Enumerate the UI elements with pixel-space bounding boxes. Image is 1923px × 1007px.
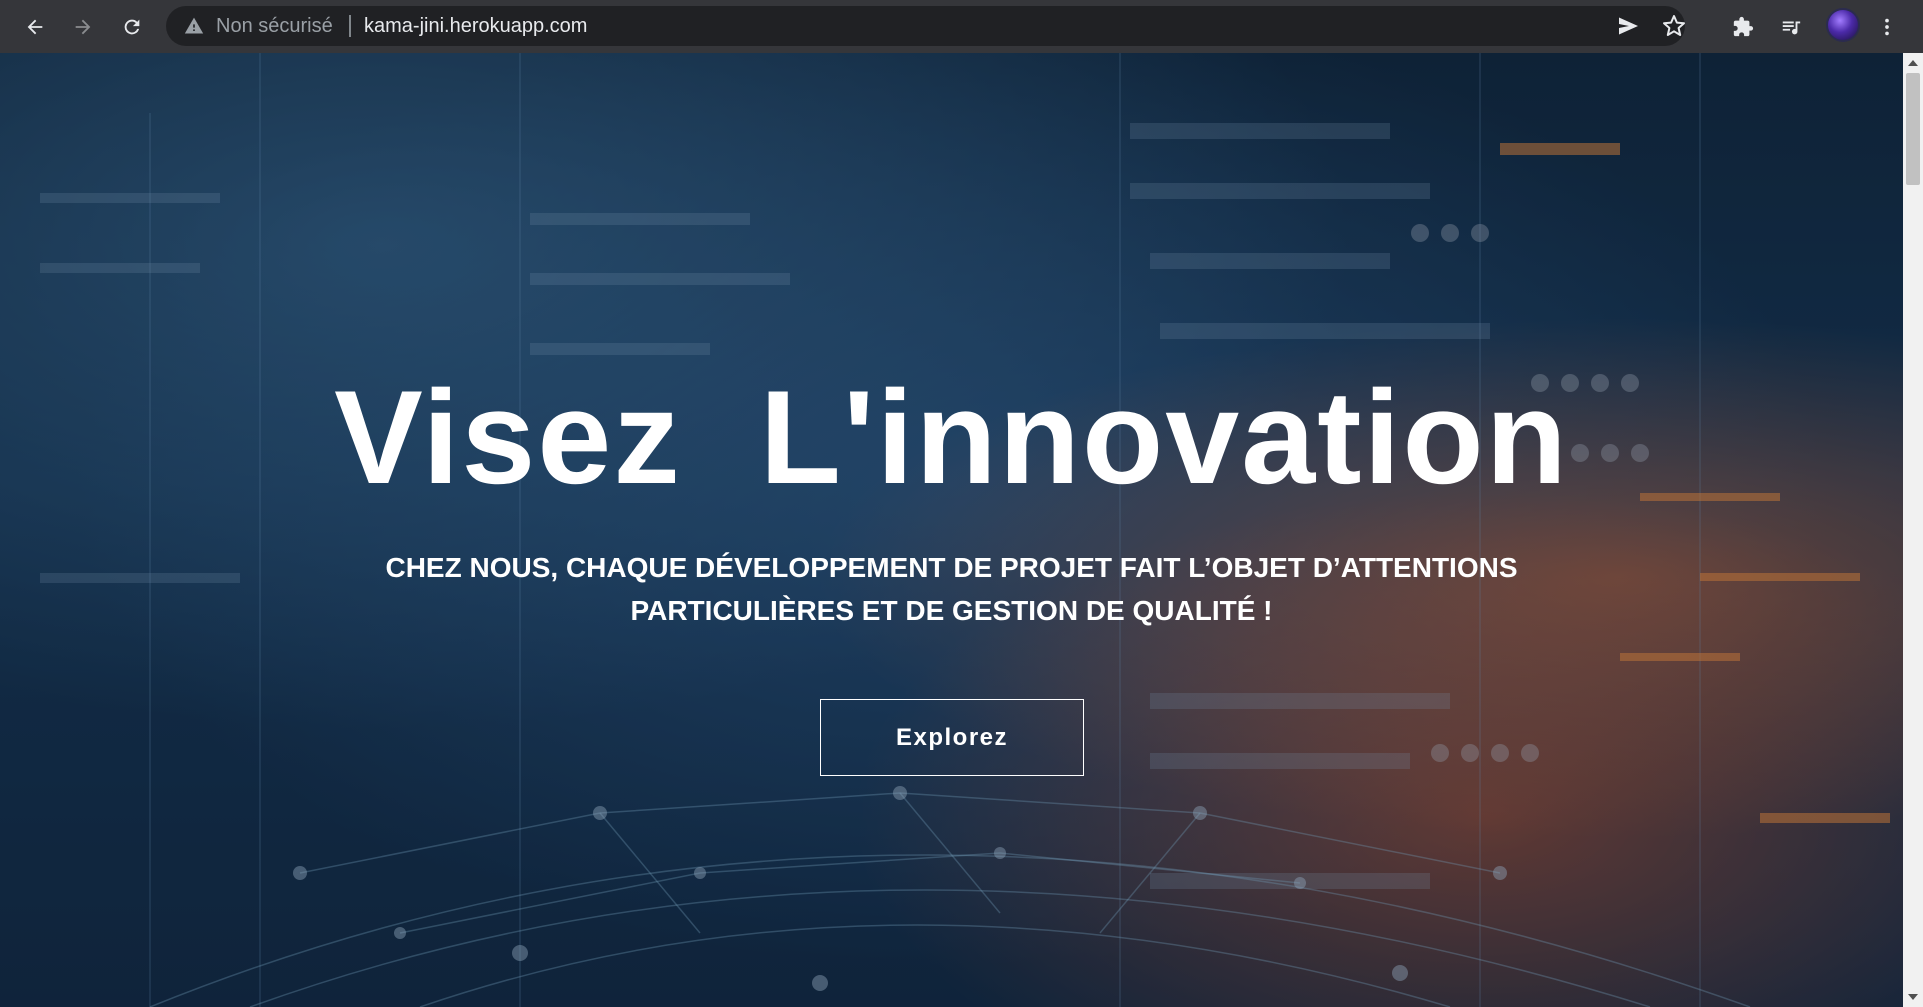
hero-title: Visez L'innovation <box>334 364 1569 512</box>
media-queue-button[interactable] <box>1774 10 1808 44</box>
reload-button[interactable] <box>115 10 149 44</box>
page-viewport: Visez L'innovation CHEZ NOUS, CHAQUE DÉV… <box>0 53 1923 1007</box>
star-icon[interactable] <box>1662 14 1686 38</box>
forward-icon <box>75 19 91 35</box>
chevron-up-icon <box>1908 60 1918 66</box>
chevron-down-icon <box>1908 994 1918 1000</box>
extensions-icon <box>1733 16 1754 37</box>
warning-icon[interactable] <box>184 16 204 36</box>
back-button[interactable] <box>18 10 52 44</box>
scroll-down-arrow[interactable] <box>1903 987 1923 1007</box>
menu-button[interactable] <box>1870 10 1904 44</box>
browser-toolbar: Non sécurisé kama-jini.herokuapp.com <box>0 0 1923 53</box>
scrollbar-thumb[interactable] <box>1906 73 1920 185</box>
security-label[interactable]: Non sécurisé <box>216 6 333 46</box>
media-queue-icon <box>1782 21 1801 35</box>
url-text[interactable]: kama-jini.herokuapp.com <box>364 6 587 46</box>
address-divider <box>349 15 351 37</box>
explore-button[interactable]: Explorez <box>820 699 1084 776</box>
extensions-button[interactable] <box>1726 10 1760 44</box>
avatar[interactable] <box>1826 8 1860 42</box>
hero-section: Visez L'innovation CHEZ NOUS, CHAQUE DÉV… <box>0 53 1903 1007</box>
back-icon <box>27 19 43 35</box>
hero-subtitle: CHEZ NOUS, CHAQUE DÉVELOPPEMENT DE PROJE… <box>385 552 1518 626</box>
page-scrollbar[interactable] <box>1903 53 1923 1007</box>
send-icon[interactable] <box>1616 14 1640 38</box>
address-bar[interactable]: Non sécurisé kama-jini.herokuapp.com <box>166 6 1685 46</box>
hero-overlay <box>0 53 1903 1007</box>
forward-button[interactable] <box>66 10 100 44</box>
menu-icon <box>1885 18 1889 36</box>
reload-icon <box>124 19 140 35</box>
scroll-up-arrow[interactable] <box>1903 53 1923 73</box>
